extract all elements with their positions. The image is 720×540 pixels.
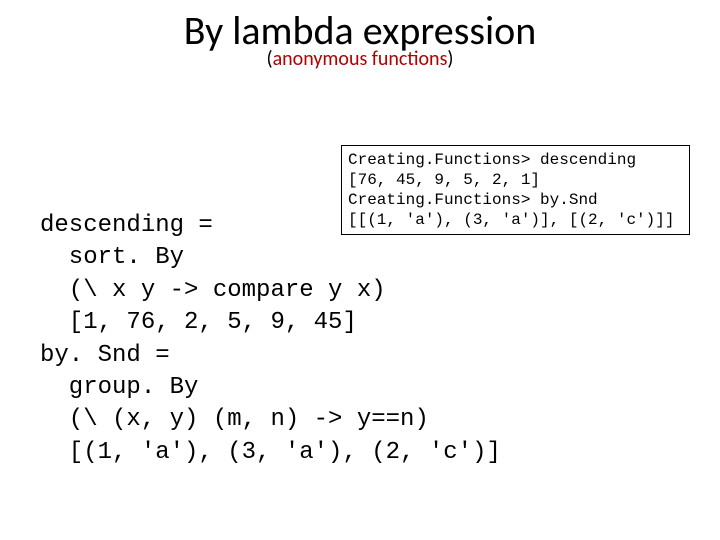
subtitle-close: ) bbox=[447, 47, 453, 71]
code-line-5: by. Snd = bbox=[40, 342, 170, 369]
repl-line-2: [76, 45, 9, 5, 2, 1] bbox=[348, 171, 540, 189]
code-line-4: [1, 76, 2, 5, 9, 45] bbox=[40, 309, 357, 336]
subtitle-anon: anonymous functions bbox=[273, 47, 448, 71]
repl-line-3: Creating.Functions> by.Snd bbox=[348, 191, 598, 209]
code-line-7: (\ (x, y) (m, n) -> y==n) bbox=[40, 406, 429, 433]
code-line-8: [(1, 'a'), (3, 'a'), (2, 'c')] bbox=[40, 439, 501, 466]
code-line-2: sort. By bbox=[40, 244, 184, 271]
repl-line-1: Creating.Functions> descending bbox=[348, 151, 636, 169]
slide: By lambda expression (anonymous function… bbox=[0, 10, 720, 540]
code-line-3: (\ x y -> compare y x) bbox=[40, 277, 386, 304]
slide-title: By lambda expression bbox=[0, 10, 720, 52]
code-line-6: group. By bbox=[40, 374, 198, 401]
code-line-1: descending = bbox=[40, 212, 213, 239]
code-block: descending = sort. By (\ x y -> compare … bbox=[40, 210, 501, 469]
slide-subtitle: (anonymous functions) bbox=[0, 47, 720, 71]
